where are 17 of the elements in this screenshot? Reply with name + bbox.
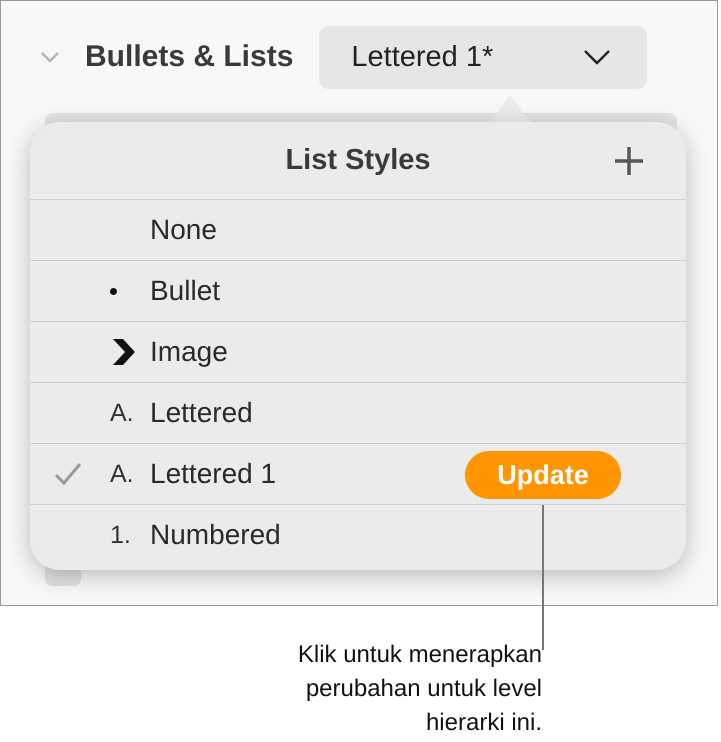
list-marker: A.	[110, 398, 134, 428]
style-dropdown[interactable]: Lettered 1*	[319, 26, 648, 88]
bullet-icon	[110, 288, 117, 294]
arrowhead-icon	[110, 337, 138, 367]
list-style-item[interactable]: None	[30, 200, 686, 261]
list-marker: A.	[110, 460, 134, 488]
list-style-item[interactable]: Bullet	[30, 261, 686, 322]
list-style-item[interactable]: A. Lettered 1 Update	[30, 444, 686, 505]
section-title: Bullets & Lists	[85, 40, 294, 74]
callout-text: Klik untuk menerapkan perubahan untuk level hierarki ini.	[296, 640, 542, 738]
list-style-item[interactable]: A. Lettered	[30, 383, 686, 444]
list-style-item[interactable]: 1. Numbered	[30, 505, 686, 565]
popover-title: List Styles	[285, 144, 431, 177]
add-button[interactable]	[614, 146, 644, 176]
list-marker: 1.	[110, 520, 131, 550]
list-style-item[interactable]: Image	[30, 322, 686, 383]
chevron-down-icon	[583, 49, 612, 65]
